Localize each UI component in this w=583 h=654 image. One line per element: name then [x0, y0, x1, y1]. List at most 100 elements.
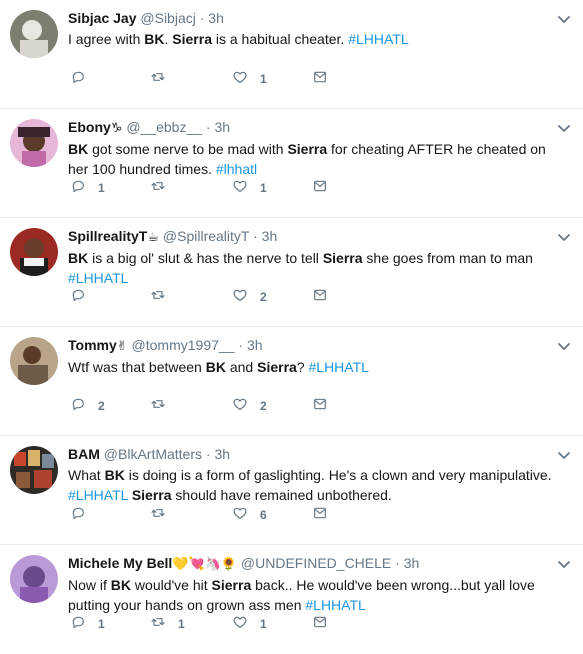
like-button[interactable]: 1 [232, 179, 267, 197]
reply-button[interactable] [70, 70, 98, 88]
like-button[interactable]: 6 [232, 506, 267, 524]
tweet[interactable]: Ebony♑ @__ebbz__ · 3h BK got some nerve t… [0, 109, 583, 218]
name-emoji: 💛💘🦄🌻 [172, 556, 238, 571]
hashtag-link[interactable]: #lhhatl [216, 161, 257, 177]
hashtag-link[interactable]: #LHHATL [309, 359, 369, 375]
tweet-header: Tommy✌ @tommy1997__ · 3h [68, 335, 553, 356]
author-handle[interactable]: @tommy1997__ [132, 337, 235, 353]
text-segment: should have remained unbothered. [171, 487, 392, 503]
author-handle[interactable]: @__ebbz__ [126, 119, 202, 135]
envelope-icon [312, 614, 328, 635]
avatar[interactable] [10, 446, 58, 494]
tweet-header: Sibjac Jay @Sibjacj · 3h [68, 8, 553, 28]
author-name[interactable]: Sibjac Jay [68, 10, 137, 26]
reply-button[interactable]: 1 [70, 615, 105, 633]
timestamp[interactable]: 3h [215, 119, 231, 135]
author-name[interactable]: Ebony [68, 119, 111, 135]
timestamp[interactable]: 3h [208, 10, 224, 26]
message-button[interactable] [312, 397, 328, 415]
retweet-icon [150, 396, 166, 417]
tweet[interactable]: SpillrealityT☕ @SpillrealityT · 3h BK is … [0, 218, 583, 327]
tweet-content: SpillrealityT☕ @SpillrealityT · 3h BK is … [68, 226, 553, 288]
author-handle[interactable]: @SpillrealityT [163, 228, 249, 244]
like-count: 6 [260, 508, 267, 522]
retweet-icon [150, 614, 166, 635]
envelope-icon [312, 505, 328, 526]
name-emoji: ☕ [147, 229, 160, 244]
chevron-down-icon[interactable] [557, 12, 571, 23]
chevron-down-icon[interactable] [557, 448, 571, 459]
tweet-actions: 2 [70, 288, 370, 306]
envelope-icon [312, 69, 328, 90]
bold-keyword: Sierra [287, 141, 328, 157]
retweet-button[interactable] [150, 179, 178, 197]
separator-dot: · [202, 119, 215, 135]
reply-button[interactable] [70, 506, 98, 524]
hashtag-link[interactable]: #LHHATL [68, 270, 128, 286]
author-name[interactable]: Tommy [68, 337, 117, 353]
like-button[interactable]: 2 [232, 288, 267, 306]
retweet-button[interactable] [150, 506, 178, 524]
message-button[interactable] [312, 70, 328, 88]
author-handle[interactable]: @UNDEFINED_CHELE [241, 555, 391, 571]
tweet[interactable]: Tommy✌ @tommy1997__ · 3h Wtf was that bet… [0, 327, 583, 436]
avatar[interactable] [10, 337, 58, 385]
chevron-down-icon[interactable] [557, 121, 571, 132]
reply-button[interactable]: 1 [70, 179, 105, 197]
bold-keyword: Sierra [322, 250, 363, 266]
like-button[interactable]: 1 [232, 615, 267, 633]
timestamp[interactable]: 3h [262, 228, 278, 244]
tweet-header: BAM @BlkArtMatters · 3h [68, 444, 553, 464]
timestamp[interactable]: 3h [214, 446, 230, 462]
hashtag-link[interactable]: #LHHATL [305, 597, 365, 613]
reply-icon [70, 69, 86, 90]
retweet-button[interactable] [150, 70, 178, 88]
author-name[interactable]: SpillrealityT [68, 228, 147, 244]
avatar[interactable] [10, 555, 58, 603]
message-button[interactable] [312, 615, 328, 633]
text-segment: ? [296, 359, 309, 375]
reply-button[interactable]: 2 [70, 397, 105, 415]
like-button[interactable]: 1 [232, 70, 267, 88]
message-button[interactable] [312, 506, 328, 524]
separator-dot: · [391, 555, 404, 571]
author-name[interactable]: BAM [68, 446, 100, 462]
hashtag-link[interactable]: #LHHATL [68, 487, 128, 503]
retweet-button[interactable] [150, 288, 178, 306]
chevron-down-icon[interactable] [557, 557, 571, 568]
author-handle[interactable]: @BlkArtMatters [104, 446, 202, 462]
reply-icon [70, 614, 86, 635]
tweet[interactable]: Sibjac Jay @Sibjacj · 3h I agree with BK.… [0, 0, 583, 109]
retweet-icon [150, 69, 166, 90]
chevron-down-icon[interactable] [557, 339, 571, 350]
like-button[interactable]: 2 [232, 397, 267, 415]
text-segment: What [68, 467, 105, 483]
author-name[interactable]: Michele My Bell [68, 555, 172, 571]
message-button[interactable] [312, 179, 328, 197]
timestamp[interactable]: 3h [247, 337, 263, 353]
bold-keyword: BK [110, 577, 132, 593]
tweet[interactable]: BAM @BlkArtMatters · 3h What BK is doing … [0, 436, 583, 545]
tweet-text: BK is a big ol' slut & has the nerve to … [68, 248, 553, 288]
retweet-button[interactable] [150, 397, 178, 415]
heart-icon [232, 614, 248, 635]
tweet-feed: Sibjac Jay @Sibjacj · 3h I agree with BK.… [0, 0, 583, 654]
chevron-down-icon[interactable] [557, 230, 571, 241]
reply-button[interactable] [70, 288, 98, 306]
separator-dot: · [234, 337, 247, 353]
tweet[interactable]: Michele My Bell💛💘🦄🌻 @UNDEFINED_CHELE · 3… [0, 545, 583, 654]
retweet-button[interactable]: 1 [150, 615, 185, 633]
avatar[interactable] [10, 119, 58, 167]
avatar[interactable] [10, 10, 58, 58]
tweet-actions: 11 [70, 179, 370, 197]
message-button[interactable] [312, 288, 328, 306]
heart-icon [232, 287, 248, 308]
avatar[interactable] [10, 228, 58, 276]
author-handle[interactable]: @Sibjacj [140, 10, 195, 26]
bold-keyword: BK [104, 467, 125, 483]
name-emoji: ♑ [110, 120, 123, 135]
timestamp[interactable]: 3h [404, 555, 420, 571]
hashtag-link[interactable]: #LHHATL [348, 31, 408, 47]
text-segment: would've hit [131, 577, 212, 593]
heart-icon [232, 505, 248, 526]
